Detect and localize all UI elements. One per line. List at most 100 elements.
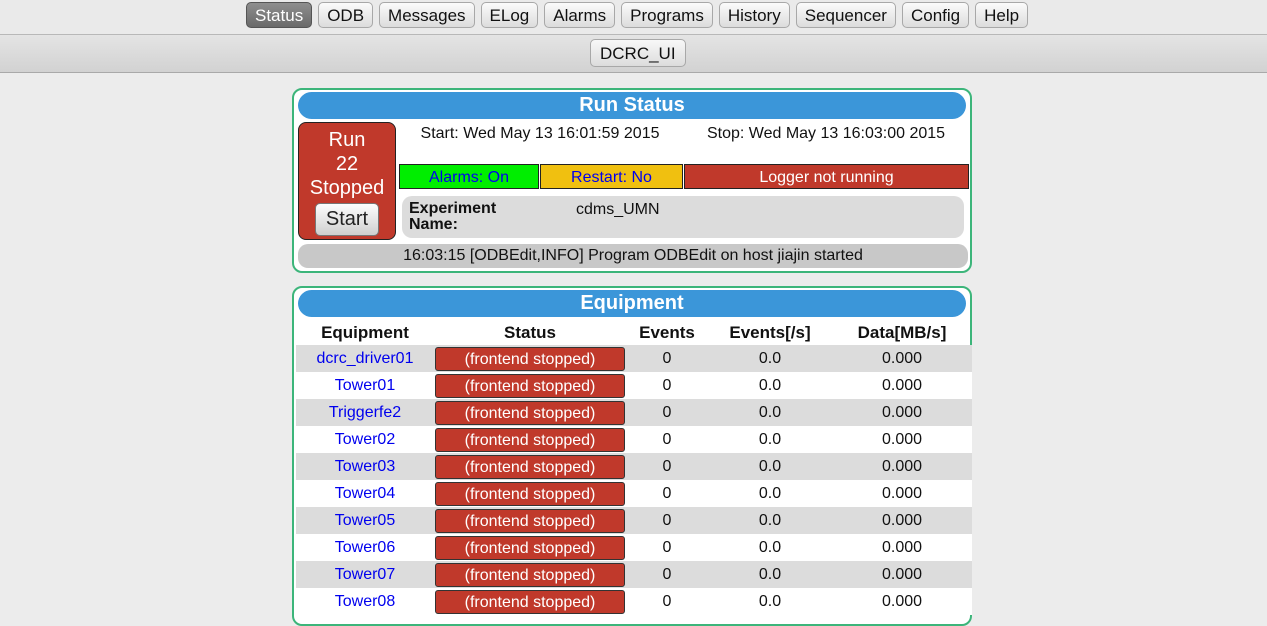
events-value-cell: 0 — [626, 372, 708, 399]
alarms-flag[interactable]: Alarms: On — [399, 164, 539, 189]
events-value: 0 — [662, 511, 672, 529]
equipment-name-link-cell: Tower04 — [296, 480, 434, 507]
run-status-panel: Run Status Run 22 Stopped Start Start: W… — [292, 88, 972, 273]
event-rate-value-cell: 0.0 — [708, 426, 832, 453]
frontend-status-badge: (frontend stopped) — [435, 346, 625, 371]
events-value: 0 — [662, 376, 672, 394]
main-nav: Status ODB Messages ELog Alarms Programs… — [246, 2, 1029, 28]
column-header-events: Events — [639, 323, 695, 342]
nav-button-odb[interactable]: ODB — [318, 2, 374, 28]
data-rate-value-cell: 0.000 — [832, 399, 972, 426]
frontend-status-badge: (frontend stopped) — [435, 481, 625, 506]
event-rate-value-cell: 0.0 — [708, 588, 832, 615]
events-value-cell: 0 — [626, 534, 708, 561]
equipment-name-link-cell: Tower07 — [296, 561, 434, 588]
equipment-header-row: Equipment Status Events Events[/s] Data[… — [296, 321, 972, 345]
events-value: 0 — [662, 565, 672, 583]
events-value: 0 — [662, 349, 672, 367]
data-rate-value-cell: 0.000 — [832, 507, 972, 534]
table-row: Tower03 (frontend stopped) 0 0.0 0.000 — [296, 453, 972, 480]
event-rate-value: 0.0 — [758, 349, 782, 367]
equipment-name-link[interactable]: Tower04 — [335, 485, 395, 502]
event-rate-value-cell: 0.0 — [708, 507, 832, 534]
data-rate-value: 0.000 — [881, 592, 923, 610]
dcrc-ui-button[interactable]: DCRC_UI — [590, 39, 686, 67]
event-rate-value: 0.0 — [758, 430, 782, 448]
data-rate-value: 0.000 — [881, 511, 923, 529]
equipment-name-link[interactable]: Tower05 — [335, 512, 395, 529]
data-rate-value-cell: 0.000 — [832, 588, 972, 615]
frontend-status-badge-cell: (frontend stopped) — [434, 534, 626, 561]
data-rate-value-cell: 0.000 — [832, 453, 972, 480]
equipment-name-link[interactable]: Tower02 — [335, 431, 395, 448]
events-value-cell: 0 — [626, 561, 708, 588]
frontend-status-badge: (frontend stopped) — [435, 508, 625, 533]
events-value: 0 — [662, 484, 672, 502]
events-value-cell: 0 — [626, 480, 708, 507]
restart-flag[interactable]: Restart: No — [540, 164, 683, 189]
equipment-name-link[interactable]: Tower06 — [335, 539, 395, 556]
table-row: Tower04 (frontend stopped) 0 0.0 0.000 — [296, 480, 972, 507]
start-run-button[interactable]: Start — [315, 203, 379, 236]
equipment-name-link[interactable]: Tower01 — [335, 377, 395, 394]
events-value-cell: 0 — [626, 453, 708, 480]
table-row: Tower01 (frontend stopped) 0 0.0 0.000 — [296, 372, 972, 399]
logger-status: Logger not running — [684, 164, 969, 189]
top-navigation-bar: Status ODB Messages ELog Alarms Programs… — [0, 0, 1267, 35]
frontend-status-badge-cell: (frontend stopped) — [434, 588, 626, 615]
experiment-info: Experiment Name: cdms_UMN — [402, 196, 964, 238]
nav-button-history[interactable]: History — [718, 2, 790, 28]
frontend-status-badge: (frontend stopped) — [435, 427, 625, 452]
events-value-cell: 0 — [626, 426, 708, 453]
data-rate-value-cell: 0.000 — [832, 372, 972, 399]
event-rate-value: 0.0 — [758, 484, 782, 502]
data-rate-value-cell: 0.000 — [832, 480, 972, 507]
nav-button-help[interactable]: Help — [975, 2, 1029, 28]
equipment-name-link[interactable]: dcrc_driver01 — [317, 350, 414, 367]
frontend-status-badge-cell: (frontend stopped) — [434, 399, 626, 426]
data-rate-value: 0.000 — [881, 376, 923, 394]
run-status-title: Run Status — [298, 92, 966, 119]
nav-button-config[interactable]: Config — [901, 2, 970, 28]
run-state-text: Stopped — [309, 177, 385, 199]
nav-button-messages[interactable]: Messages — [379, 2, 475, 28]
frontend-status-badge-cell: (frontend stopped) — [434, 480, 626, 507]
nav-button-programs[interactable]: Programs — [621, 2, 713, 28]
equipment-name-link-cell: Tower02 — [296, 426, 434, 453]
events-value-cell: 0 — [626, 399, 708, 426]
events-value-cell: 0 — [626, 507, 708, 534]
table-row: Tower05 (frontend stopped) 0 0.0 0.000 — [296, 507, 972, 534]
equipment-name-link[interactable]: Tower03 — [335, 458, 395, 475]
data-rate-value: 0.000 — [881, 565, 923, 583]
event-rate-value-cell: 0.0 — [708, 345, 832, 372]
custom-page-bar: DCRC_UI — [0, 35, 1267, 73]
frontend-status-badge: (frontend stopped) — [435, 373, 625, 398]
data-rate-value: 0.000 — [881, 484, 923, 502]
equipment-title: Equipment — [298, 290, 966, 317]
run-label: Run — [328, 129, 366, 151]
event-rate-value: 0.0 — [758, 538, 782, 556]
experiment-name-label: Experiment Name: — [409, 200, 497, 233]
equipment-name-link[interactable]: Tower08 — [335, 593, 395, 610]
last-message-bar[interactable]: 16:03:15 [ODBEdit,INFO] Program ODBEdit … — [298, 244, 968, 268]
equipment-name-link-cell: Triggerfe2 — [296, 399, 434, 426]
event-rate-value: 0.0 — [758, 511, 782, 529]
equipment-name-link[interactable]: Tower07 — [335, 566, 395, 583]
events-value: 0 — [662, 430, 672, 448]
data-rate-value: 0.000 — [881, 430, 923, 448]
nav-button-elog[interactable]: ELog — [480, 2, 539, 28]
events-value: 0 — [662, 538, 672, 556]
frontend-status-badge: (frontend stopped) — [435, 400, 625, 425]
data-rate-value-cell: 0.000 — [832, 426, 972, 453]
event-rate-value-cell: 0.0 — [708, 534, 832, 561]
nav-button-alarms[interactable]: Alarms — [544, 2, 616, 28]
events-value-cell: 0 — [626, 345, 708, 372]
event-rate-value-cell: 0.0 — [708, 561, 832, 588]
frontend-status-badge-cell: (frontend stopped) — [434, 372, 626, 399]
table-row: dcrc_driver01 (frontend stopped) 0 0.0 0.000 — [296, 345, 972, 372]
equipment-table: Equipment Status Events Events[/s] Data[… — [296, 321, 972, 615]
nav-button-sequencer[interactable]: Sequencer — [795, 2, 896, 28]
nav-button-status[interactable]: Status — [246, 2, 313, 28]
frontend-status-badge: (frontend stopped) — [435, 454, 625, 479]
equipment-name-link[interactable]: Triggerfe2 — [329, 404, 401, 421]
